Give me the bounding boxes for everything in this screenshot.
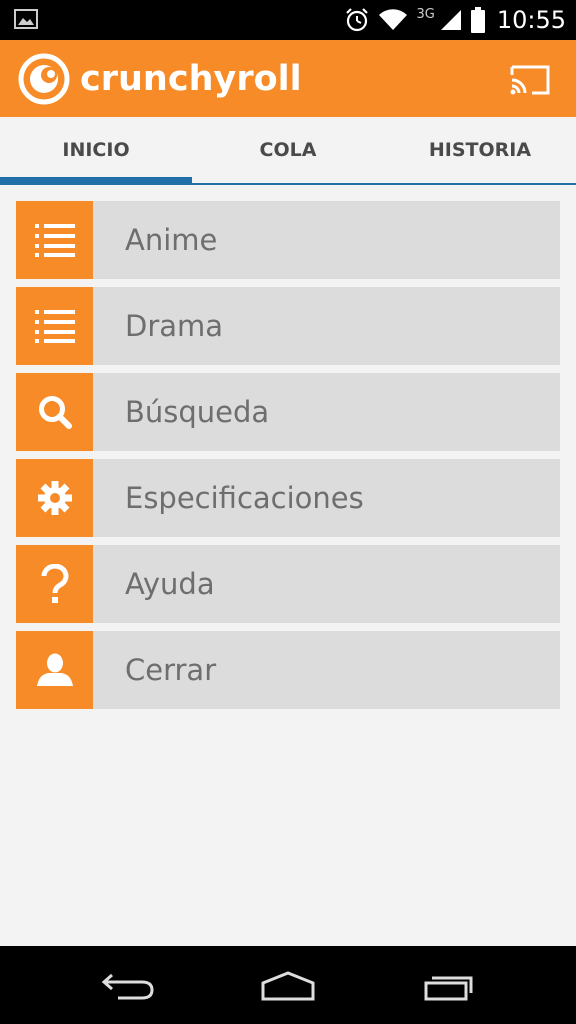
menu-item-label: Búsqueda	[125, 395, 270, 429]
menu-item-label: Anime	[125, 223, 218, 257]
home-button[interactable]	[253, 966, 323, 1006]
navigation-bar	[0, 946, 576, 1024]
back-button[interactable]	[93, 966, 163, 1006]
list-icon	[34, 224, 75, 257]
user-icon	[36, 653, 73, 686]
status-bar: 3G 10:55	[0, 0, 576, 40]
gear-icon	[37, 481, 72, 515]
crunchyroll-logo-icon	[18, 53, 70, 105]
app-bar: crunchyroll	[0, 40, 576, 117]
tab-cola[interactable]: COLA	[192, 117, 384, 183]
wifi-icon	[379, 9, 408, 31]
tab-historia[interactable]: HISTORIA	[384, 117, 576, 183]
main-menu: Anime Drama Búsqueda Especificaciones Ay…	[16, 201, 560, 717]
recents-icon	[424, 976, 473, 1001]
alarm-icon	[346, 8, 369, 32]
recents-button[interactable]	[413, 966, 483, 1006]
menu-item-anime[interactable]: Anime	[16, 201, 560, 279]
menu-item-cerrar[interactable]: Cerrar	[16, 631, 560, 709]
network-type: 3G	[416, 6, 435, 22]
clock: 10:55	[496, 6, 566, 34]
menu-item-especificaciones[interactable]: Especificaciones	[16, 459, 560, 537]
cast-icon[interactable]	[508, 63, 552, 97]
image-notification-icon	[14, 9, 38, 29]
battery-icon	[470, 7, 485, 33]
menu-item-label: Ayuda	[125, 567, 215, 601]
brand-name: crunchyroll	[80, 59, 302, 99]
tab-inicio[interactable]: INICIO	[0, 117, 192, 183]
help-icon	[41, 564, 68, 603]
active-tab-indicator	[0, 177, 192, 184]
home-icon	[261, 971, 315, 1001]
crunchyroll-logo[interactable]: crunchyroll	[18, 53, 302, 105]
menu-item-ayuda[interactable]: Ayuda	[16, 545, 560, 623]
list-icon	[34, 310, 75, 343]
menu-item-busqueda[interactable]: Búsqueda	[16, 373, 560, 451]
back-icon	[101, 973, 154, 1000]
menu-item-label: Cerrar	[125, 653, 217, 687]
menu-item-label: Especificaciones	[125, 481, 364, 515]
signal-icon	[440, 10, 461, 30]
menu-item-drama[interactable]: Drama	[16, 287, 560, 365]
tab-bar: INICIO COLA HISTORIA	[0, 117, 576, 185]
search-icon	[38, 396, 72, 429]
menu-item-label: Drama	[125, 309, 224, 343]
